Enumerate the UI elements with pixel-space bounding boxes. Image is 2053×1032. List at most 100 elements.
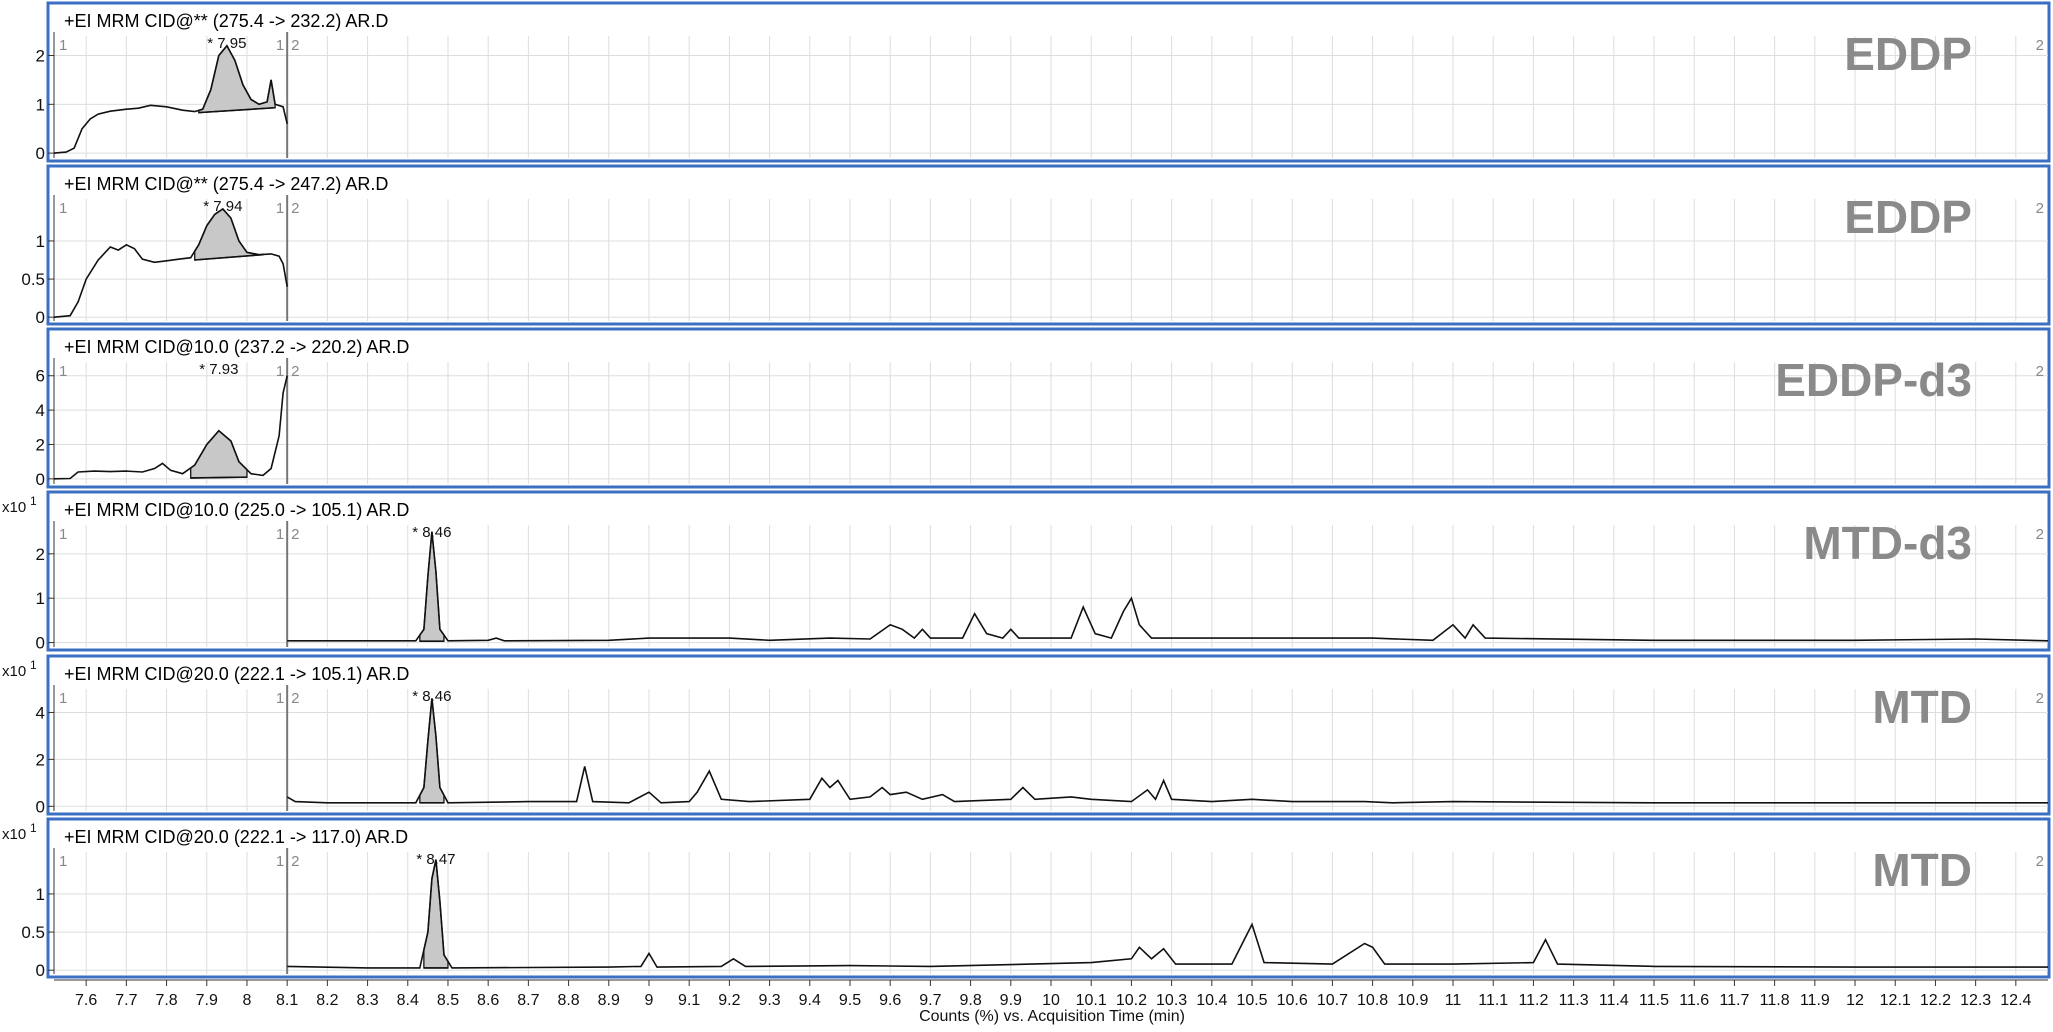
segment-number: 2 — [291, 526, 299, 543]
y-tick-label: 2 — [36, 435, 45, 454]
segment-number: 1 — [59, 200, 67, 217]
x-tick-label: 9.9 — [1000, 992, 1022, 1009]
chromatogram-panel: 0121 1 2 2+EI MRM CID@** (275.4 -> 232.2) A… — [36, 1, 2051, 163]
x-tick-label: 11.2 — [1518, 992, 1548, 1009]
segment-number: 2 — [291, 200, 299, 217]
peak-label: * 8.46 — [412, 688, 451, 705]
segment-number: 1 — [276, 37, 284, 54]
x-tick-label: 10.8 — [1357, 992, 1388, 1009]
peak-label: * 7.95 — [207, 35, 246, 52]
segment-number: 1 — [276, 690, 284, 707]
panel-title: +EI MRM CID@20.0 (222.1 -> 117.0) AR.D — [64, 827, 408, 847]
y-multiplier-exponent: 1 — [30, 821, 37, 835]
y-tick-label: 0.5 — [21, 270, 45, 289]
chromatogram-panel: 012x10 11 1 2 2+EI MRM CID@10.0 (225.0 -> 10… — [2, 490, 2051, 653]
x-tick-label: 10.3 — [1156, 992, 1187, 1009]
y-tick-label: 1 — [36, 95, 45, 114]
segment-number: 1 — [59, 37, 67, 54]
x-tick-label: 11.3 — [1559, 992, 1589, 1009]
compound-label: MTD — [1872, 844, 1972, 896]
peak-label: * 7.94 — [203, 198, 242, 215]
x-tick-label: 8.7 — [517, 992, 539, 1009]
x-tick-label: 10.4 — [1196, 992, 1227, 1009]
x-tick-label: 11.4 — [1599, 992, 1629, 1009]
segment-number: 1 — [59, 363, 67, 380]
x-tick-label: 12 — [1846, 992, 1864, 1009]
x-axis: 7.6 7.7 7.8 7.9 8 8.1 8.2 8.3 8.4 8.5 8.6 8.7 8.8 8.9… — [54, 979, 2048, 1025]
x-tick-label: 11 — [1445, 992, 1462, 1009]
x-tick-label: 11.8 — [1760, 992, 1790, 1009]
y-tick-label: 1 — [36, 589, 45, 608]
x-tick-label: 9.7 — [919, 992, 941, 1009]
chromatogram-figure: 0 1 2 1 1 2 2 +EI MRM CID@** (275.4 -> 232.2) A… — [0, 0, 2053, 1027]
x-tick-label: 11.7 — [1719, 992, 1749, 1009]
y-tick-label: 0 — [36, 144, 45, 163]
segment-number: 1 — [59, 690, 67, 707]
x-tick-label: 8.6 — [477, 992, 499, 1009]
x-tick-label: 8.8 — [557, 992, 579, 1009]
x-tick-label: 8.1 — [276, 992, 298, 1009]
segment-number: 1 — [276, 200, 284, 217]
y-multiplier-exponent: 1 — [30, 494, 37, 508]
segment-number: 2 — [291, 853, 299, 870]
segment-number: 2 — [291, 37, 299, 54]
x-tick-label: 12.3 — [1960, 992, 1991, 1009]
compound-label: EDDP — [1844, 191, 1972, 243]
x-tick-label: 9.5 — [839, 992, 861, 1009]
segment-number: 2 — [2036, 37, 2044, 54]
segment-number: 1 — [276, 526, 284, 543]
x-tick-label: 8.2 — [316, 992, 338, 1009]
x-tick-label: 9.8 — [959, 992, 981, 1009]
x-tick-label: 10 — [1042, 992, 1060, 1009]
y-tick-label: 2 — [36, 545, 45, 564]
segment-number: 1 — [276, 853, 284, 870]
y-multiplier-exponent: 1 — [30, 658, 37, 672]
segment-number: 2 — [2036, 853, 2044, 870]
y-tick-label: 4 — [36, 401, 45, 420]
y-tick-label: 0 — [36, 797, 45, 816]
segment-number: 2 — [291, 363, 299, 380]
x-tick-label: 11.5 — [1639, 992, 1669, 1009]
segment-number: 1 — [276, 363, 284, 380]
y-multiplier: x10 — [2, 499, 26, 516]
y-tick-label: 0 — [36, 308, 45, 327]
peak-label: * 8.47 — [416, 851, 455, 868]
panel-title: +EI MRM CID@10.0 (225.0 -> 105.1) AR.D — [64, 500, 409, 520]
x-tick-label: 11.1 — [1478, 992, 1508, 1009]
segment-number: 1 — [59, 526, 67, 543]
x-tick-label: 12.4 — [2000, 992, 2031, 1009]
x-tick-label: 12.2 — [1920, 992, 1951, 1009]
x-tick-label: 7.6 — [75, 992, 97, 1009]
chart-svg: 0121 1 2 2+EI MRM CID@** (275.4 -> 232.2) A… — [2, 1, 2051, 1025]
segment-number: 2 — [2036, 200, 2044, 217]
x-tick-label: 9.4 — [799, 992, 821, 1009]
peak-label: * 8.46 — [412, 524, 451, 541]
x-tick-label: 9.2 — [718, 992, 740, 1009]
x-tick-label: 10.1 — [1076, 992, 1107, 1009]
y-tick-label: 2 — [36, 47, 45, 66]
x-tick-label: 10.6 — [1277, 992, 1308, 1009]
x-tick-label: 10.2 — [1116, 992, 1147, 1009]
x-tick-label: 10.7 — [1317, 992, 1348, 1009]
y-tick-label: 1 — [36, 885, 45, 904]
segment-number: 2 — [2036, 690, 2044, 707]
chromatogram-panel: 00.511 1 2 2+EI MRM CID@** (275.4 -> 247.2)… — [21, 164, 2051, 327]
x-tick-label: 8.3 — [356, 992, 378, 1009]
chromatogram-panel: 024x10 11 1 2 2+EI MRM CID@20.0 (222.1 -> 10… — [2, 654, 2051, 816]
x-tick-label: 9 — [645, 992, 654, 1009]
y-tick-label: 0 — [36, 634, 45, 653]
segment-number: 1 — [59, 853, 67, 870]
panel-title: +EI MRM CID@** (275.4 -> 247.2) AR.D — [64, 174, 388, 194]
y-tick-label: 0 — [36, 470, 45, 489]
x-tick-label: 10.5 — [1236, 992, 1267, 1009]
x-tick-label: 11.6 — [1679, 992, 1709, 1009]
compound-label: EDDP-d3 — [1775, 354, 1972, 406]
x-tick-label: 9.6 — [879, 992, 901, 1009]
x-axis-label: Counts (%) vs. Acquisition Time (min) — [919, 1008, 1185, 1025]
segment-number: 2 — [2036, 526, 2044, 543]
chromatogram-panel: 0246 1 1 2 2+EI MRM CID@10.0 (237.2 -> 220.2… — [36, 327, 2051, 489]
compound-label: EDDP — [1844, 28, 1972, 80]
y-tick-label: 0.5 — [21, 923, 45, 942]
y-tick-label: 6 — [36, 367, 45, 386]
x-tick-label: 8.4 — [397, 992, 419, 1009]
